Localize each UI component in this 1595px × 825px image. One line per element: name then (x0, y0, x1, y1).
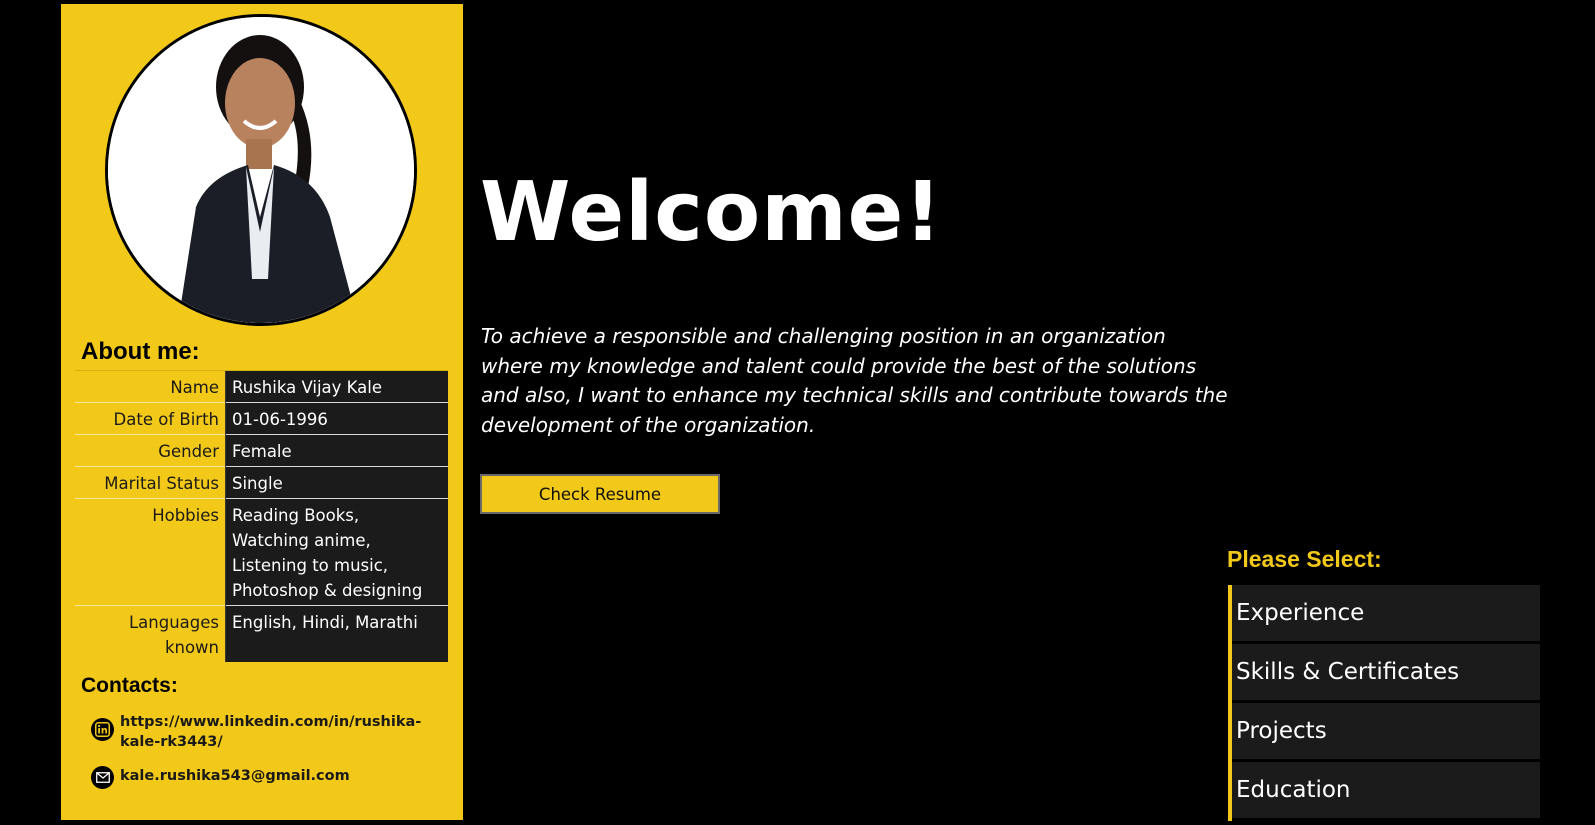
dob-value: 01-06-1996 (225, 402, 448, 435)
mail-icon (91, 766, 114, 789)
email-link[interactable]: kale.rushika543@gmail.com (120, 766, 350, 786)
about-row-hobbies: Hobbies Reading Books, Watching anime, L… (75, 498, 448, 606)
hobby-item: Reading Books, (232, 506, 360, 525)
menu-item-skills-certificates[interactable]: Skills & Certificates (1232, 644, 1540, 700)
hobby-item: Watching anime, (232, 531, 371, 550)
linkedin-link[interactable]: https://www.linkedin.com/in/rushika-kale… (120, 712, 431, 752)
about-heading: About me: (81, 338, 200, 365)
linkedin-icon (91, 718, 114, 741)
email-contact[interactable]: kale.rushika543@gmail.com (91, 766, 350, 789)
please-select-heading: Please Select: (1227, 546, 1382, 572)
about-row-marital-status: Marital Status Single (75, 466, 448, 499)
welcome-title: Welcome! (480, 165, 943, 260)
about-row-languages: Languages known English, Hindi, Marathi (75, 605, 448, 662)
linkedin-contact[interactable]: https://www.linkedin.com/in/rushika-kale… (91, 712, 431, 752)
check-resume-button[interactable]: Check Resume (480, 474, 720, 514)
name-value: Rushika Vijay Kale (225, 370, 448, 403)
gender-label: Gender (75, 434, 226, 467)
hobbies-label: Hobbies (75, 498, 226, 606)
hobby-item: Listening to music, (232, 556, 389, 575)
profile-photo (105, 14, 417, 326)
marital-status-label: Marital Status (75, 466, 226, 499)
career-objective: To achieve a responsible and challenging… (481, 324, 1228, 437)
about-table: Name Rushika Vijay Kale Date of Birth 01… (75, 370, 448, 662)
menu-item-projects[interactable]: Projects (1232, 703, 1540, 759)
contacts-heading: Contacts: (81, 674, 178, 697)
hobbies-value: Reading Books, Watching anime, Listening… (225, 498, 448, 606)
about-row-gender: Gender Female (75, 434, 448, 467)
marital-status-value: Single (225, 466, 448, 499)
menu-item-education[interactable]: Education (1232, 762, 1540, 818)
languages-value: English, Hindi, Marathi (225, 605, 448, 662)
about-row-dob: Date of Birth 01-06-1996 (75, 402, 448, 435)
section-menu: Experience Skills & Certificates Project… (1228, 585, 1540, 821)
profile-sidebar: About me: Name Rushika Vijay Kale Date o… (61, 4, 463, 820)
about-row-name: Name Rushika Vijay Kale (75, 370, 448, 403)
languages-label: Languages known (75, 605, 226, 662)
gender-value: Female (225, 434, 448, 467)
hobby-item: Photoshop & designing (232, 581, 423, 600)
dob-label: Date of Birth (75, 402, 226, 435)
name-label: Name (75, 370, 226, 403)
menu-item-experience[interactable]: Experience (1232, 585, 1540, 641)
